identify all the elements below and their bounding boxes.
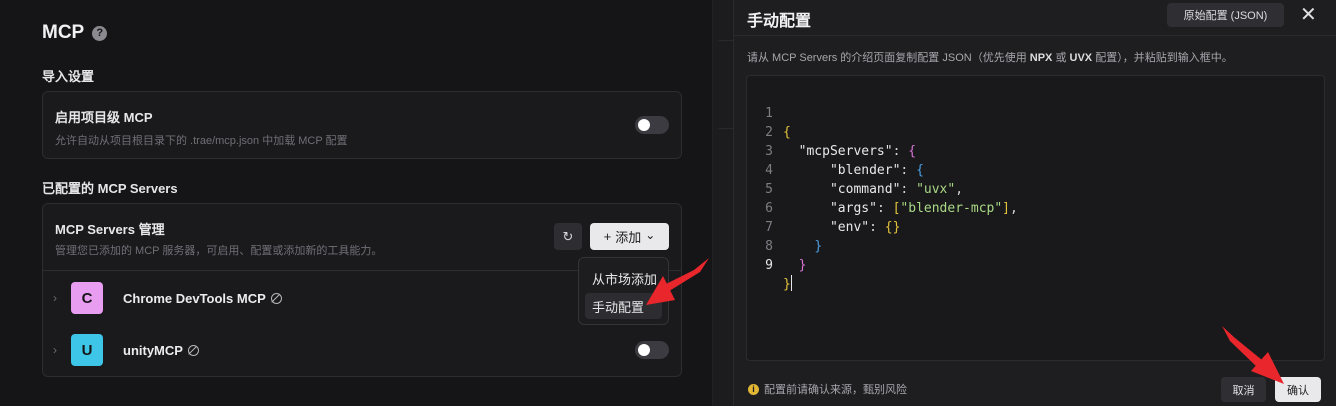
divider xyxy=(734,35,1336,36)
server-name: unityMCP xyxy=(123,342,183,358)
refresh-button[interactable]: ↻ xyxy=(554,223,582,250)
json-editor[interactable]: 1 { 2 "mcpServers": { 3 "blender": { 4 "… xyxy=(746,75,1325,361)
mcp-settings-panel: MCP ? 导入设置 启用项目级 MCP 允许自动从项目根目录下的 .trae/… xyxy=(0,0,712,406)
background-panel-strip xyxy=(712,0,734,406)
code-line: 6 "env": {} xyxy=(747,180,1324,235)
warning-row: i 配置前请确认来源，甄别风险 xyxy=(748,381,907,397)
code-line: 4 "command": "uvx", xyxy=(747,142,1324,197)
project-mcp-toggle[interactable] xyxy=(635,116,669,134)
text-cursor xyxy=(790,275,792,291)
code-line: 8 } xyxy=(747,218,1324,273)
brace: } xyxy=(783,277,791,292)
chevron-down-icon: ⌄ xyxy=(645,227,656,242)
dialog-title: 手动配置 xyxy=(747,13,812,30)
server-avatar: C xyxy=(71,282,103,314)
server-name-row: unityMCP xyxy=(123,343,199,358)
raw-config-button[interactable]: 原始配置 (JSON) xyxy=(1167,3,1284,27)
code-line: 2 "mcpServers": { xyxy=(747,104,1324,159)
info-icon: i xyxy=(748,383,759,395)
add-label: 添加 xyxy=(615,230,642,245)
project-mcp-card: 启用项目级 MCP 允许自动从项目根目录下的 .trae/mcp.json 中加… xyxy=(42,91,682,159)
instructions-text: 请从 MCP Servers 的介绍页面复制配置 JSON（优先使用 NPX 或… xyxy=(747,49,1233,65)
divider xyxy=(719,40,734,41)
servers-manage-desc: 管理您已添加的 MCP 服务器，可启用、配置或添加新的工具能力。 xyxy=(55,245,383,257)
instructions-part: 配置），并粘贴到输入框中。 xyxy=(1092,52,1233,64)
servers-manage-title: MCP Servers 管理 xyxy=(55,222,165,237)
server-row-unity[interactable]: › U unityMCP xyxy=(43,324,681,376)
project-mcp-title: 启用项目级 MCP xyxy=(55,110,153,125)
project-mcp-desc: 允许自动从项目根目录下的 .trae/mcp.json 中加载 MCP 配置 xyxy=(55,135,348,147)
page-title: MCP xyxy=(42,22,85,43)
help-icon[interactable]: ? xyxy=(92,25,108,41)
add-server-button[interactable]: + 添加 ⌄ xyxy=(590,223,669,250)
refresh-icon: ↻ xyxy=(562,228,574,244)
menu-item-market[interactable]: 从市场添加 xyxy=(585,265,662,291)
menu-item-manual[interactable]: 手动配置 xyxy=(585,293,662,319)
code-text: } xyxy=(783,275,792,294)
code-line: 1 { xyxy=(747,85,1324,140)
disabled-icon xyxy=(187,344,199,356)
warning-text: 配置前请确认来源，甄别风险 xyxy=(764,384,907,396)
divider xyxy=(719,128,734,129)
title-row: MCP ? xyxy=(42,22,108,44)
server-name: Chrome DevTools MCP xyxy=(123,290,266,306)
code-line: 3 "blender": { xyxy=(747,123,1324,178)
disabled-icon xyxy=(270,292,282,304)
plus-icon: + xyxy=(603,229,612,244)
server-name-row: Chrome DevTools MCP xyxy=(123,291,282,306)
server-avatar: U xyxy=(71,334,103,366)
import-settings-heading: 导入设置 xyxy=(42,69,95,84)
cancel-button[interactable]: 取消 xyxy=(1221,377,1266,402)
instructions-part: 请从 MCP Servers 的介绍页面复制配置 JSON（优先使用 xyxy=(747,52,1030,64)
code-line: 7 } xyxy=(747,199,1324,254)
instructions-npx: NPX xyxy=(1029,52,1053,64)
chevron-right-icon[interactable]: › xyxy=(53,343,57,357)
chevron-right-icon[interactable]: › xyxy=(53,291,57,305)
instructions-uvx: UVX xyxy=(1069,52,1093,64)
instructions-part: 或 xyxy=(1052,52,1070,64)
configured-servers-heading: 已配置的 MCP Servers xyxy=(42,181,178,196)
code-line: 9 } xyxy=(747,237,1324,292)
line-number: 9 xyxy=(765,258,773,273)
confirm-button[interactable]: 确认 xyxy=(1275,377,1321,402)
add-dropdown-menu: 从市场添加 手动配置 xyxy=(578,257,669,325)
manual-config-dialog: 手动配置 原始配置 (JSON) ✕ 请从 MCP Servers 的介绍页面复… xyxy=(733,0,1336,406)
code-line: 5 "args": ["blender-mcp"], xyxy=(747,161,1324,216)
brace: } xyxy=(798,258,807,273)
close-icon[interactable]: ✕ xyxy=(1300,5,1317,25)
server-toggle-unity[interactable] xyxy=(635,341,669,359)
